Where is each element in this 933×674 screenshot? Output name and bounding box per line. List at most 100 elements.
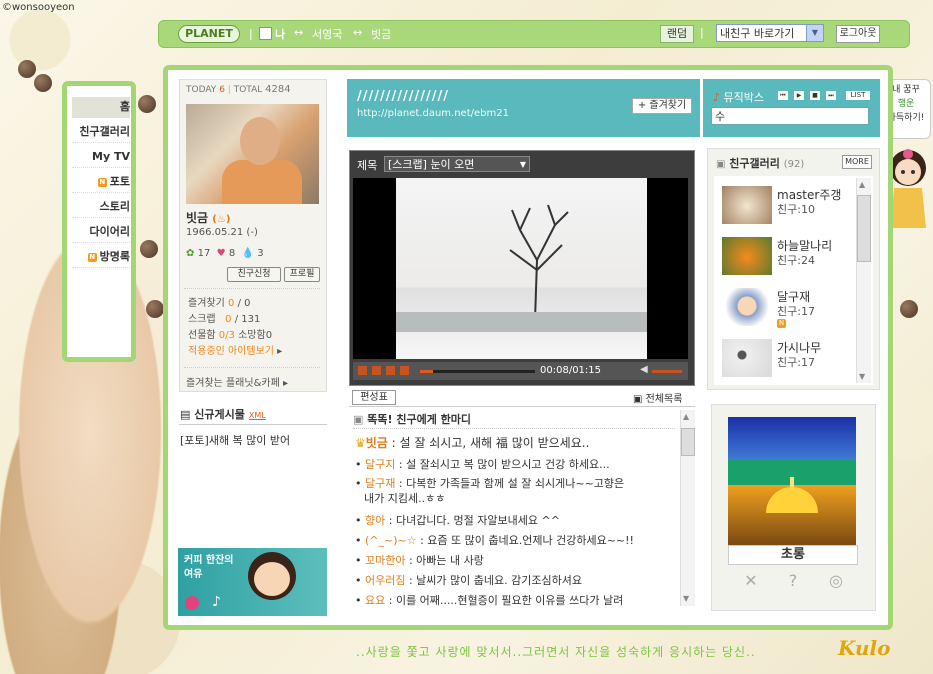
nav-person-link[interactable]: 서영국 bbox=[312, 26, 342, 42]
nav-person-link[interactable]: 빗금 bbox=[371, 26, 391, 42]
fav-label: 즐겨찾기 bbox=[188, 298, 225, 309]
comment-text: : 이를 어째.....현혈증이 필요한 이유를 쓰다가 날려 bbox=[385, 594, 624, 607]
menu-item-label: 다이어리 bbox=[89, 225, 130, 238]
comment-author[interactable]: (^_~)~☆ bbox=[365, 534, 417, 547]
profile-stats: ✿ 17 ♥ 8 💧 3 bbox=[186, 248, 264, 259]
pause-icon[interactable] bbox=[372, 366, 381, 375]
scrap-value[interactable]: 0 bbox=[225, 314, 231, 325]
stop-icon[interactable]: ■ bbox=[810, 91, 820, 100]
comment-item-continued: 내가 지킴세..ㅎㅎ bbox=[364, 490, 445, 506]
comment-title: ▣ 똑똑! 친구에게 한마디 bbox=[353, 411, 471, 427]
more-button[interactable]: MORE bbox=[842, 155, 872, 169]
decorative-grape bbox=[18, 60, 36, 78]
planet-logo-button[interactable]: PLANET bbox=[178, 25, 240, 43]
friend-select[interactable]: 내친구 바로가기 ▼ bbox=[716, 24, 824, 42]
full-list-link[interactable]: ▣ 전체목록 bbox=[633, 390, 682, 405]
comment-text: : 다녀갑니다. 멍절 자알보내세요 ^^ bbox=[385, 514, 560, 527]
scroll-up-icon[interactable]: ▲ bbox=[683, 412, 689, 421]
gallery-scrollbar-thumb[interactable] bbox=[857, 195, 871, 262]
today-value: 6 bbox=[219, 85, 225, 95]
comment-author[interactable]: 달구지 bbox=[365, 458, 395, 471]
ad-banner-text: 커피 한잔의 여유 bbox=[184, 554, 233, 582]
add-favorite-button[interactable]: + 즐겨찾기 bbox=[632, 98, 692, 114]
comment-title-label: 똑똑! 친구에게 한마디 bbox=[367, 413, 472, 426]
scroll-up-icon[interactable]: ▲ bbox=[859, 180, 865, 189]
comment-scrollbar-thumb[interactable] bbox=[681, 428, 695, 456]
comment-author[interactable]: 꼬마한아 bbox=[365, 554, 405, 567]
prev-track-icon[interactable]: ⏮ bbox=[778, 91, 788, 100]
scroll-down-icon[interactable]: ▼ bbox=[859, 372, 865, 381]
music-list-button[interactable]: LIST bbox=[846, 91, 870, 100]
random-button[interactable]: 랜덤 bbox=[660, 25, 694, 43]
progress-bar[interactable] bbox=[420, 370, 535, 373]
volume-icon[interactable]: ◀ bbox=[640, 364, 648, 375]
tree-line bbox=[396, 312, 647, 332]
friend-request-button[interactable]: 친구신청 bbox=[227, 267, 281, 282]
divider bbox=[353, 428, 675, 429]
settings-icon[interactable]: ◎ bbox=[827, 572, 845, 590]
comment-author[interactable]: 요요 bbox=[365, 594, 385, 607]
music-title-field[interactable]: 수 bbox=[711, 107, 869, 125]
lantern-image[interactable] bbox=[728, 417, 856, 545]
scroll-down-icon[interactable]: ▼ bbox=[683, 594, 689, 603]
menu-item-my-tv[interactable]: My TV bbox=[72, 147, 130, 168]
gallery-thumbnail[interactable] bbox=[722, 339, 772, 377]
comment-item: ♛빗금 : 설 잘 쇠시고, 새해 福 많이 받으세요.. bbox=[355, 434, 589, 451]
fav-value[interactable]: 0 bbox=[228, 298, 234, 309]
xml-link[interactable]: XML bbox=[249, 411, 266, 420]
menu-item-story[interactable]: 스토리 bbox=[72, 197, 130, 218]
list-icon: ▣ bbox=[633, 394, 643, 405]
nav-arrow: ↔ bbox=[294, 26, 304, 39]
level-icon: (♨) bbox=[212, 214, 231, 225]
music-box-label: 뮤직박스 bbox=[723, 91, 765, 104]
gallery-thumbnail[interactable] bbox=[722, 237, 772, 275]
gallery-thumbnail[interactable] bbox=[722, 288, 772, 326]
tree-image bbox=[509, 204, 569, 320]
flower-icon bbox=[185, 596, 199, 610]
items-link[interactable]: 적용중인 아이템보기 bbox=[188, 346, 274, 357]
full-list-label: 전체목록 bbox=[645, 394, 683, 405]
video-select-value: [스크랩] 눈이 오면 bbox=[388, 158, 475, 171]
menu-item-label: 홈 bbox=[119, 100, 130, 113]
rewind-icon[interactable] bbox=[358, 366, 367, 375]
gift-label: 선물함 bbox=[188, 330, 216, 341]
volume-slider[interactable] bbox=[652, 370, 682, 373]
stat-value: 8 bbox=[228, 248, 236, 259]
menu-item-friend-gallery[interactable]: 친구갤러리 bbox=[72, 122, 130, 143]
menu-item-guestbook[interactable]: N 방명록 bbox=[72, 247, 130, 268]
play-icon[interactable]: ▶ bbox=[794, 91, 804, 100]
comment-author[interactable]: 어우러짐 bbox=[365, 574, 405, 587]
favorite-planets-label: 즐겨찾는 플래닛&카페 bbox=[186, 378, 280, 389]
menu-item-diary[interactable]: 다이어리 bbox=[72, 222, 130, 243]
comment-author[interactable]: 빗금 bbox=[366, 436, 388, 450]
profile-button[interactable]: 프로필 bbox=[284, 267, 320, 282]
comment-item: • (^_~)~☆ : 요즘 또 많이 춥네요.언제나 건강하세요~~!! bbox=[355, 534, 634, 547]
logout-button[interactable]: 로그아웃 bbox=[836, 25, 880, 43]
comment-author[interactable]: 향아 bbox=[365, 514, 385, 527]
schedule-button[interactable]: 편성표 bbox=[352, 390, 396, 405]
new-post-link[interactable]: [포토]새해 복 많이 받어 bbox=[180, 432, 290, 448]
favorite-planets-link[interactable]: 즐겨찾는 플래닛&카페 ▸ bbox=[186, 374, 288, 389]
total-value: 4284 bbox=[265, 84, 291, 95]
planet-url-link[interactable]: http://planet.daum.net/ebm21 bbox=[357, 108, 509, 119]
document-icon: ▤ bbox=[180, 408, 191, 421]
watermark: ©wonsooyeon bbox=[2, 2, 75, 13]
decorative-grape bbox=[138, 95, 156, 113]
forward-icon[interactable] bbox=[400, 366, 409, 375]
today-label: TODAY bbox=[186, 85, 217, 95]
video-select[interactable]: [스크랩] 눈이 오면 ▼ bbox=[384, 156, 530, 172]
friend-select-value: 내친구 바로가기 bbox=[720, 27, 795, 40]
help-icon[interactable]: ? bbox=[784, 572, 802, 590]
stop-icon[interactable] bbox=[386, 366, 395, 375]
close-icon[interactable]: ✕ bbox=[742, 572, 760, 590]
menu-item-home[interactable]: 홈 bbox=[72, 97, 130, 118]
comment-author[interactable]: 달구재 bbox=[365, 477, 395, 490]
gift-value[interactable]: 0/3 bbox=[219, 330, 235, 341]
menu-item-photo[interactable]: N 포토 bbox=[72, 172, 130, 193]
leaf-icon: ✿ bbox=[186, 248, 195, 259]
gallery-thumbnail[interactable] bbox=[722, 186, 772, 224]
decorative-grape bbox=[140, 240, 158, 258]
nav-me-link[interactable]: 나 bbox=[275, 26, 285, 42]
drop-icon: 💧 bbox=[241, 248, 255, 259]
next-track-icon[interactable]: ⏭ bbox=[826, 91, 836, 100]
